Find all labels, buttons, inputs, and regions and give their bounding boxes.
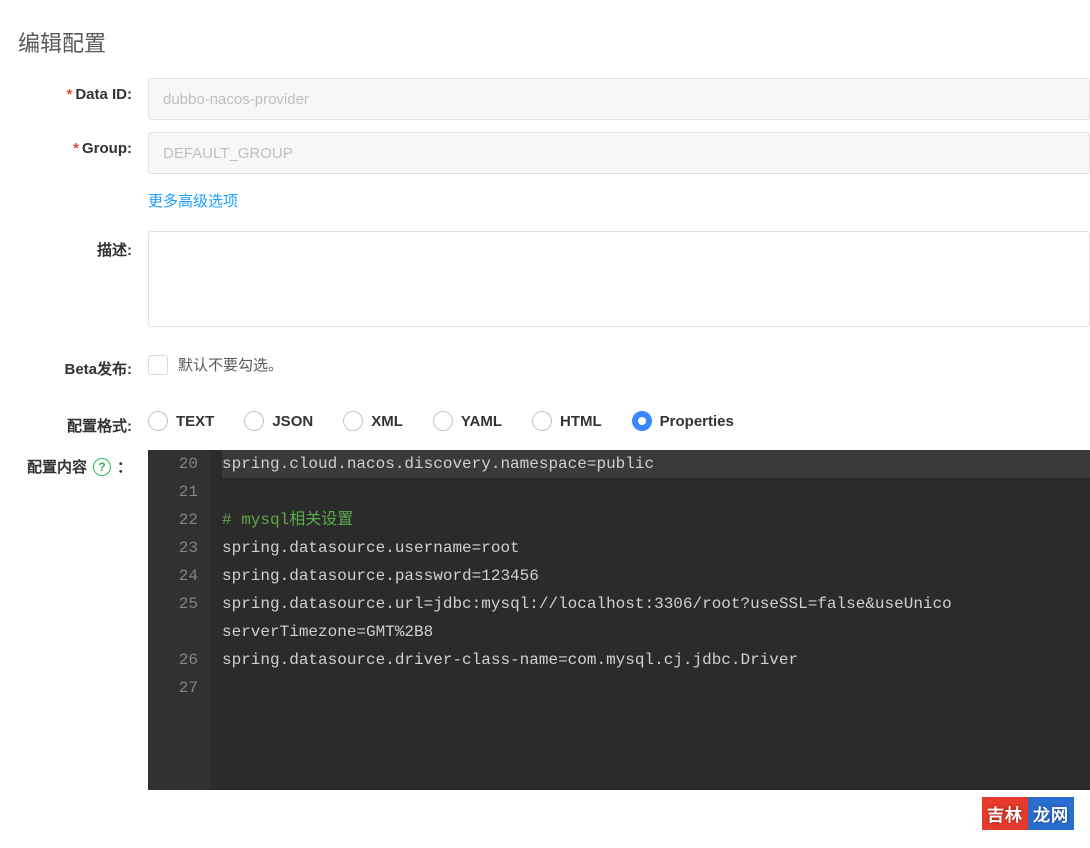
radio-circle-icon xyxy=(433,411,453,431)
format-radio-xml[interactable]: XML xyxy=(343,411,403,431)
description-label: 描述: xyxy=(0,231,148,260)
format-radio-yaml[interactable]: YAML xyxy=(433,411,502,431)
radio-label: Properties xyxy=(660,413,734,430)
group-input[interactable] xyxy=(148,132,1090,174)
radio-circle-icon xyxy=(244,411,264,431)
config-form: *Data ID: *Group: 更多高级选项 描述: Beta发布: xyxy=(0,78,1090,790)
format-radio-json[interactable]: JSON xyxy=(244,411,313,431)
format-radio-html[interactable]: HTML xyxy=(532,411,602,431)
radio-label: XML xyxy=(371,413,403,430)
watermark: 吉林龙网 xyxy=(982,797,1074,830)
beta-checkbox[interactable] xyxy=(148,355,168,375)
radio-label: HTML xyxy=(560,413,602,430)
format-label: 配置格式: xyxy=(0,407,148,436)
format-radio-text[interactable]: TEXT xyxy=(148,411,214,431)
page-title: 编辑配置 xyxy=(0,0,1090,78)
radio-label: YAML xyxy=(461,413,502,430)
more-advanced-link[interactable]: 更多高级选项 xyxy=(148,186,238,219)
format-radio-group: TEXT JSON XML YAML HTML Properties xyxy=(148,407,1090,431)
radio-circle-icon xyxy=(632,411,652,431)
data-id-input[interactable] xyxy=(148,78,1090,120)
beta-label: Beta发布: xyxy=(0,350,148,379)
radio-label: JSON xyxy=(272,413,313,430)
data-id-label: *Data ID: xyxy=(0,78,148,103)
radio-circle-icon xyxy=(532,411,552,431)
radio-circle-icon xyxy=(343,411,363,431)
group-label: *Group: xyxy=(0,132,148,157)
radio-label: TEXT xyxy=(176,413,214,430)
code-editor[interactable]: 2021222324252627 spring.cloud.nacos.disc… xyxy=(148,450,1090,790)
beta-hint: 默认不要勾选。 xyxy=(178,354,283,375)
format-radio-properties[interactable]: Properties xyxy=(632,411,734,431)
radio-circle-icon xyxy=(148,411,168,431)
content-label: 配置内容 xyxy=(27,456,87,477)
description-textarea[interactable] xyxy=(148,231,1090,327)
help-icon[interactable]: ? xyxy=(93,458,111,476)
content-colon: ： xyxy=(117,456,132,477)
